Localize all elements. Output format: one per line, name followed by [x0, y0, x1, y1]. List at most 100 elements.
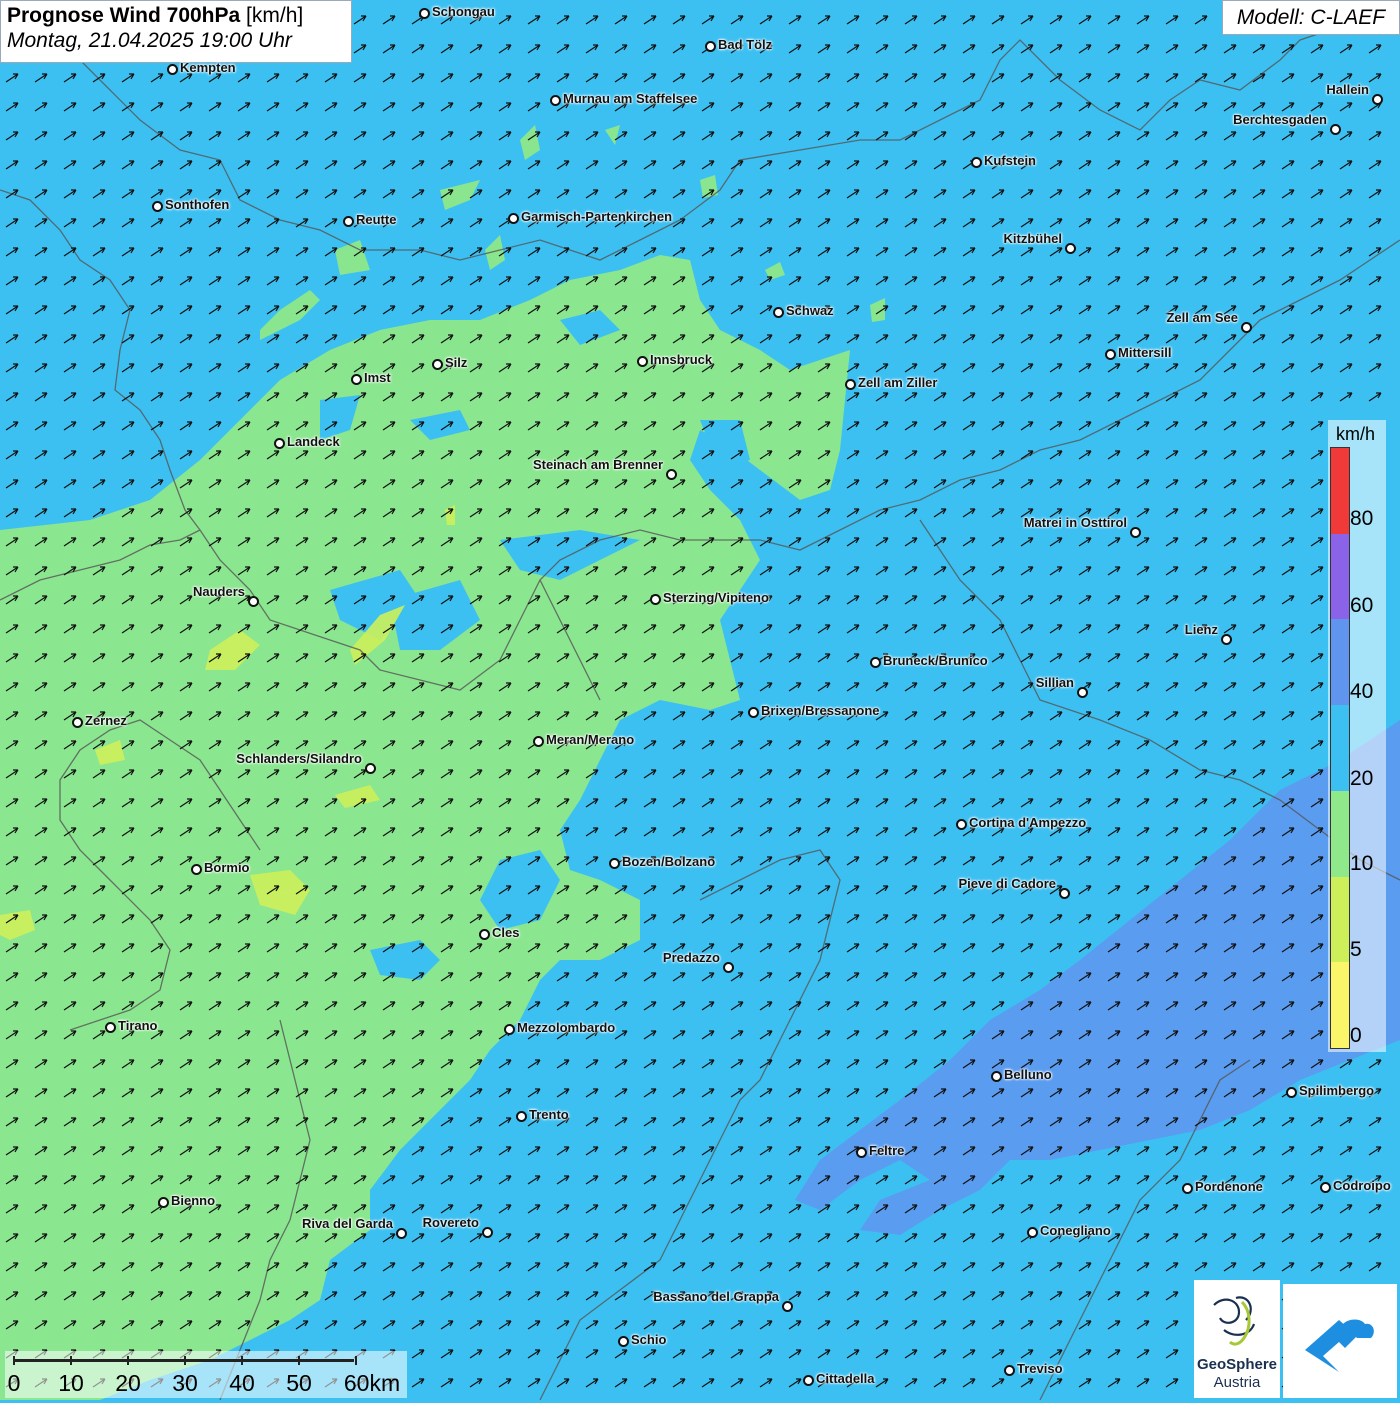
app-logo-icon — [1305, 1319, 1374, 1372]
city-label: Riva del Garda — [301, 1216, 393, 1231]
city-label: Spilimbergo — [1299, 1083, 1375, 1098]
title-main: Prognose Wind 700hPa — [7, 4, 241, 27]
title-box: Prognose Wind 700hPa [km/h] Montag, 21.0… — [0, 0, 352, 63]
city-marker — [845, 379, 856, 390]
city-label: Pordenone — [1195, 1179, 1263, 1194]
city-label: Landeck — [287, 434, 340, 449]
legend-swatch — [1331, 533, 1349, 620]
city-marker — [432, 359, 443, 370]
city-label: Brixen/Bressanone — [761, 703, 880, 718]
city-marker — [870, 657, 881, 668]
city-marker — [618, 1336, 629, 1347]
scale-label: 60km — [343, 1370, 401, 1396]
city-marker — [1059, 888, 1070, 899]
city-marker — [971, 157, 982, 168]
legend-swatch — [1331, 619, 1349, 706]
legend-swatch — [1331, 962, 1349, 1048]
city-label: Tirano — [118, 1018, 158, 1033]
city-marker — [1065, 243, 1076, 254]
city-marker — [248, 596, 259, 607]
city-label: Silz — [445, 355, 468, 370]
city-marker — [158, 1197, 169, 1208]
model-label: Modell: C-LAEF — [1222, 0, 1400, 35]
city-label: Rovereto — [422, 1215, 479, 1230]
city-marker — [650, 594, 661, 605]
city-marker — [748, 707, 759, 718]
city-label: Matrei in Osttirol — [1023, 515, 1127, 530]
legend-swatch — [1331, 705, 1349, 791]
legend-label: 0 — [1350, 1024, 1362, 1047]
city-label: Belluno — [1004, 1067, 1052, 1082]
city-label: Bad Tölz — [718, 37, 773, 52]
city-marker — [365, 763, 376, 774]
city-label: Innsbruck — [650, 352, 713, 367]
city-marker — [105, 1022, 116, 1033]
city-marker — [479, 929, 490, 940]
city-label: Bormio — [204, 860, 250, 875]
city-marker — [351, 374, 362, 385]
city-marker — [782, 1301, 793, 1312]
city-label: Treviso — [1017, 1361, 1063, 1376]
legend-label: 60 — [1350, 594, 1374, 617]
city-marker — [343, 216, 354, 227]
city-marker — [1004, 1365, 1015, 1376]
geosphere-emblem-icon — [1213, 1296, 1256, 1346]
scale-tick — [127, 1356, 129, 1365]
city-marker — [1105, 349, 1116, 360]
scale-label: 40 — [229, 1370, 255, 1396]
city-label: Zernez — [85, 713, 127, 728]
city-marker — [956, 819, 967, 830]
legend-label: 10 — [1350, 852, 1374, 875]
city-label: Schwaz — [786, 303, 834, 318]
city-label: Schongau — [432, 4, 495, 19]
scale-label: 20 — [115, 1370, 141, 1396]
city-marker — [516, 1111, 527, 1122]
city-marker — [482, 1227, 493, 1238]
legend-unit: km/h — [1336, 424, 1376, 444]
city-label: Schio — [631, 1332, 667, 1347]
city-label: Predazzo — [662, 950, 720, 965]
city-label: Sonthofen — [165, 197, 230, 212]
legend-label: 5 — [1350, 938, 1362, 961]
legend-swatch — [1331, 876, 1349, 963]
city-marker — [856, 1147, 867, 1158]
scale-tick — [298, 1356, 300, 1365]
city-label: Kempten — [180, 60, 236, 75]
legend-swatch — [1331, 448, 1349, 534]
city-marker — [550, 95, 561, 106]
forecast-datetime: Montag, 21.04.2025 19:00 Uhr — [7, 29, 292, 52]
geosphere-logo-text: GeoSphere — [1196, 1356, 1278, 1373]
city-label: Berchtesgaden — [1233, 112, 1327, 127]
city-label: Bruneck/Brunico — [883, 653, 988, 668]
city-label: Zell am Ziller — [858, 375, 938, 390]
scale-label: 0 — [7, 1370, 21, 1396]
city-label: Zell am See — [1166, 310, 1238, 325]
city-marker — [1077, 687, 1088, 698]
city-marker — [1372, 94, 1383, 105]
city-label: Garmisch-Partenkirchen — [521, 209, 673, 224]
city-label: Cittadella — [816, 1371, 875, 1386]
scale-tick — [241, 1356, 243, 1365]
city-label: Reutte — [356, 212, 397, 227]
city-label: Hallein — [1326, 82, 1369, 97]
city-marker — [1241, 322, 1252, 333]
city-label: Mezzolombardo — [517, 1020, 616, 1035]
city-label: Bassano del Grappa — [653, 1289, 779, 1304]
city-label: Cles — [492, 925, 520, 940]
city-label: Imst — [364, 370, 391, 385]
city-marker — [803, 1375, 814, 1386]
app-logo[interactable] — [1283, 1284, 1397, 1398]
city-label: Lienz — [1184, 622, 1218, 637]
legend-color-bar — [1330, 447, 1350, 1049]
city-label: Kitzbühel — [1003, 231, 1063, 246]
city-marker — [1330, 124, 1341, 135]
city-label: Steinach am Brenner — [532, 457, 663, 472]
city-marker — [533, 736, 544, 747]
city-label: Nauders — [192, 584, 245, 599]
city-marker — [666, 469, 677, 480]
city-marker — [609, 858, 620, 869]
scale-label: 10 — [58, 1370, 84, 1396]
city-label: Mittersill — [1118, 345, 1172, 360]
city-label: Bozen/Bolzano — [622, 854, 716, 869]
city-label: Pieve di Cadore — [958, 876, 1056, 891]
